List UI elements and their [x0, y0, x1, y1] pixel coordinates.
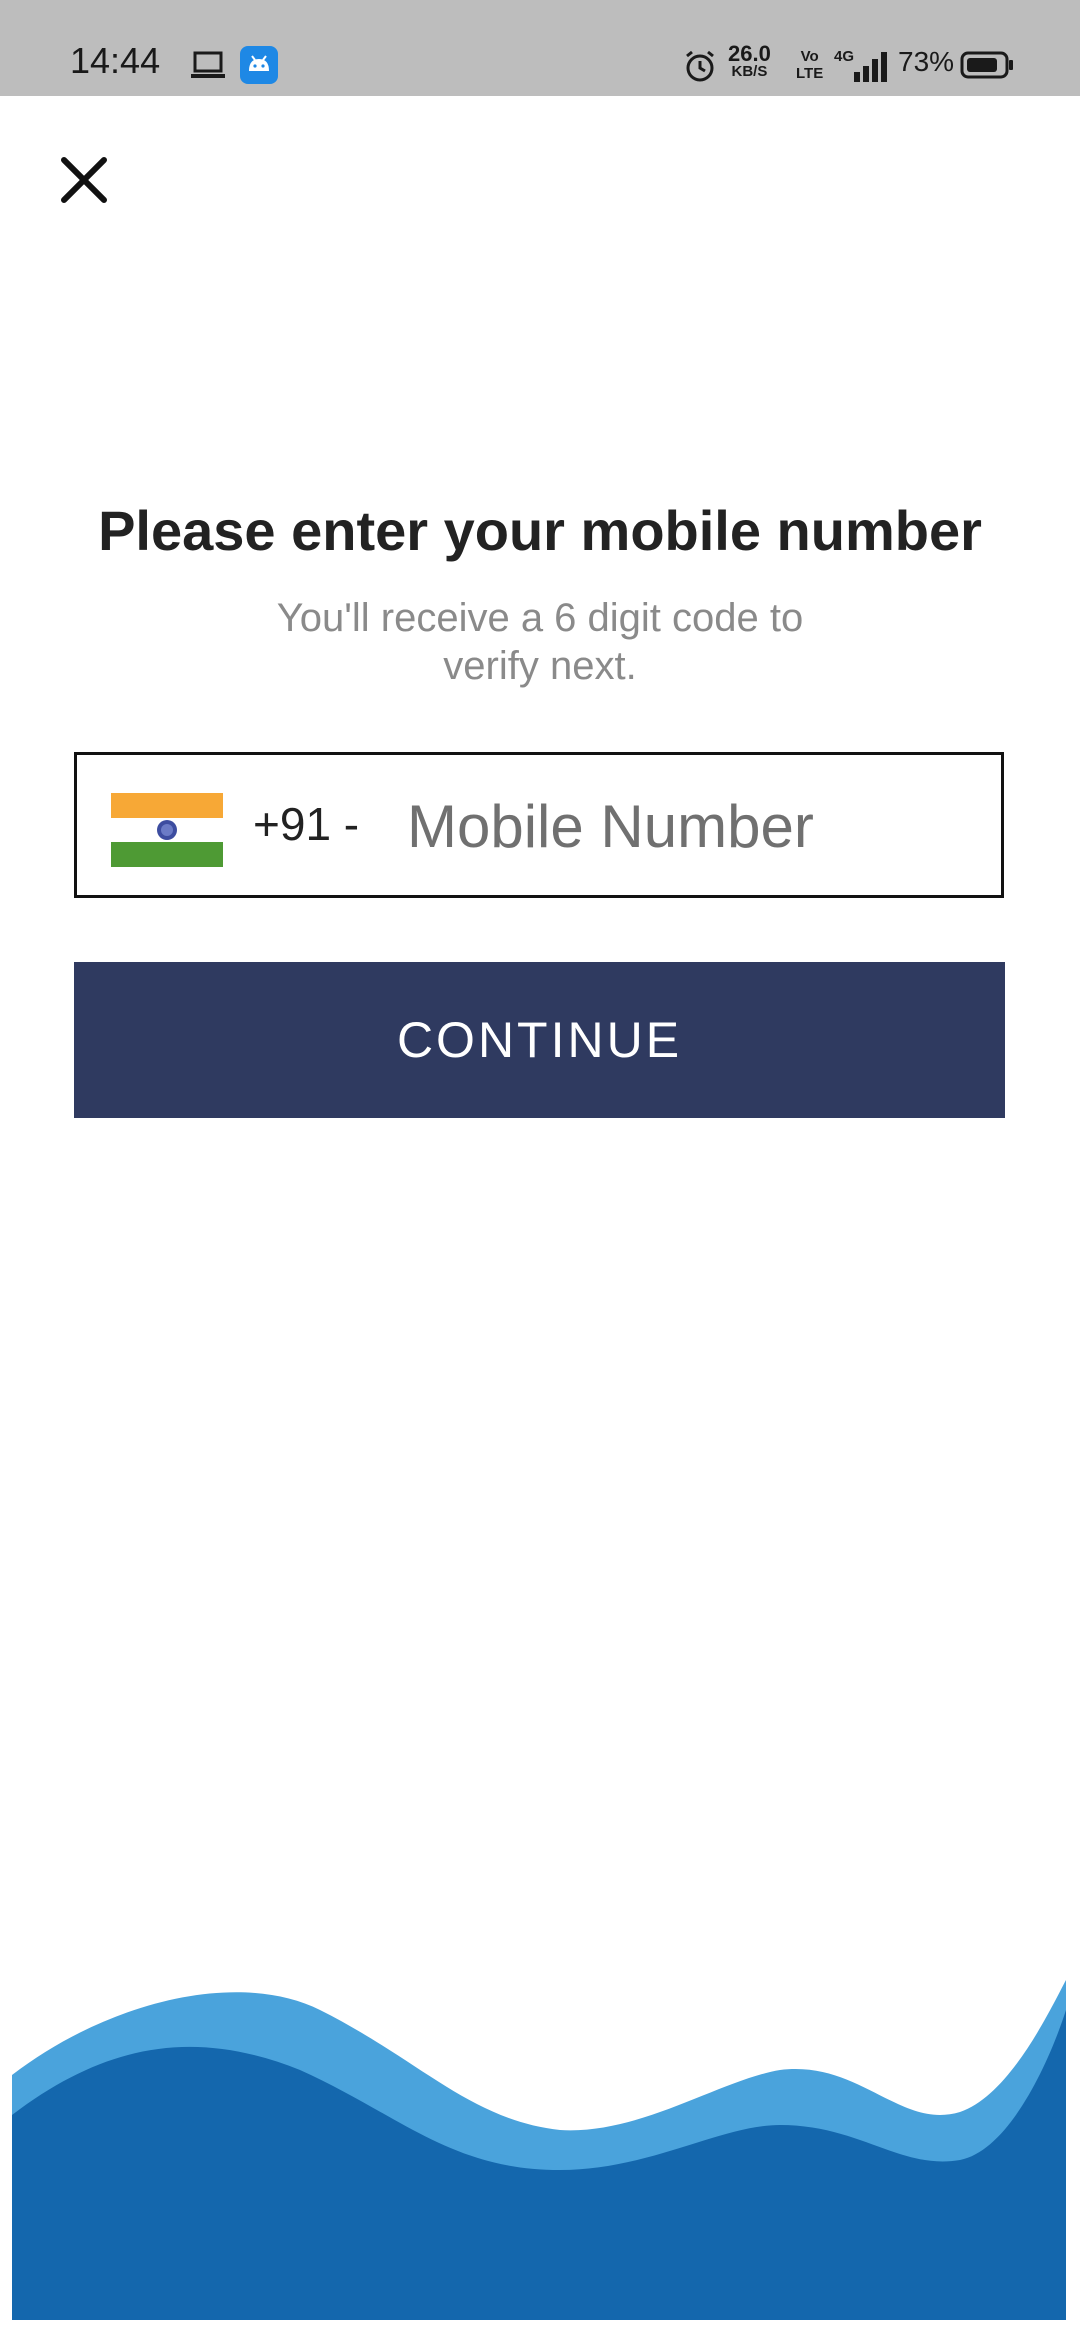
- status-bar: 14:44 26.0 KB/S Vo LTE 4G 73%: [0, 0, 1080, 96]
- volte-top: Vo: [800, 48, 819, 65]
- page-subtitle: You'll receive a 6 digit code to verify …: [276, 596, 804, 688]
- network-speed: 26.0 KB/S: [728, 43, 771, 80]
- battery-icon: [960, 51, 1013, 79]
- volte-indicator: Vo LTE: [796, 48, 823, 82]
- laptop-icon: [191, 51, 225, 78]
- network-speed-unit: KB/S: [731, 63, 768, 80]
- mobile-number-input[interactable]: [407, 779, 977, 873]
- india-flag-icon[interactable]: [111, 793, 223, 867]
- signal-icon: [854, 52, 887, 82]
- phone-number-field[interactable]: +91 -: [74, 752, 1004, 898]
- page-title: Please enter your mobile number: [98, 499, 982, 562]
- battery-percent: 73%: [898, 46, 955, 77]
- close-icon: [61, 157, 107, 203]
- login-screen: 14:44 26.0 KB/S Vo LTE 4G 73% Please ent…: [0, 0, 1080, 2340]
- decorative-wave: [12, 1980, 1066, 2320]
- country-code[interactable]: +91 -: [253, 797, 359, 851]
- close-button[interactable]: [54, 150, 114, 210]
- network-type: 4G: [834, 48, 855, 65]
- status-time: 14:44: [70, 40, 161, 81]
- alarm-icon: [686, 50, 714, 82]
- volte-bottom: LTE: [796, 65, 824, 82]
- continue-button[interactable]: CONTINUE: [74, 962, 1005, 1118]
- android-app-icon: [240, 46, 278, 84]
